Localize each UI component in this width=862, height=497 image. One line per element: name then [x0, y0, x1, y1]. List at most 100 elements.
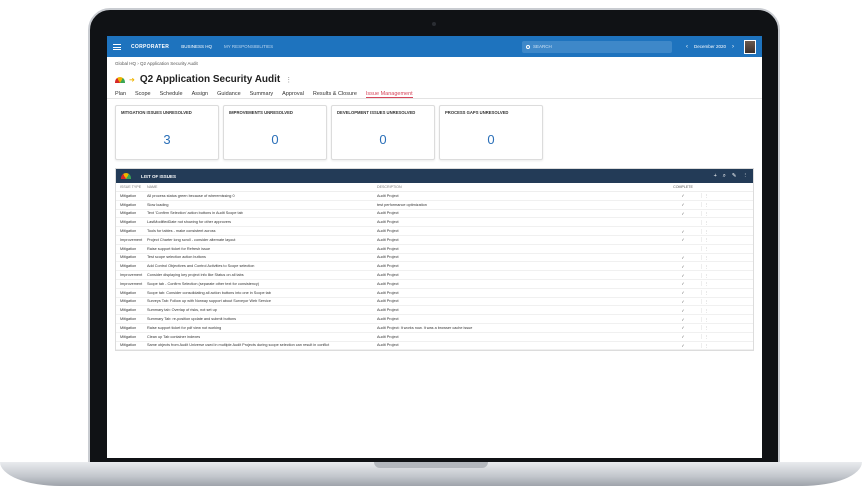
- cell-description: Audit Project: [377, 343, 399, 348]
- table-row[interactable]: Mitigation Test scope selection action bu…: [116, 254, 753, 263]
- card-label: MITIGATION ISSUES UNRESOLVED: [121, 110, 192, 115]
- row-more-icon[interactable]: ⋮: [701, 219, 711, 225]
- nav-business-hq[interactable]: BUSINESS HQ: [181, 44, 212, 49]
- row-more-icon[interactable]: ⋮: [701, 298, 711, 304]
- more-options-icon[interactable]: ⋮: [285, 76, 292, 84]
- tab-assign[interactable]: Assign: [192, 89, 209, 98]
- row-more-icon[interactable]: ⋮: [701, 334, 711, 340]
- table-row[interactable]: Improvement Consider displaying key proje…: [116, 271, 753, 280]
- cell-description: Audit Project: [377, 264, 399, 269]
- tab-approval[interactable]: Approval: [282, 89, 304, 98]
- card-label: DEVELOPMENT ISSUES UNRESOLVED: [337, 110, 416, 115]
- cell-issue-type: Mitigation: [120, 264, 137, 269]
- table-row[interactable]: Mitigation All process status green becau…: [116, 192, 753, 201]
- cell-issue-type: Mitigation: [120, 220, 137, 225]
- table-row[interactable]: Improvement Scope tab - Confirm Selection…: [116, 280, 753, 289]
- top-nav-bar: CORPORATER BUSINESS HQ MY RESPONSIBILITI…: [107, 36, 762, 57]
- nav-my-responsibilities[interactable]: MY RESPONSIBILITIES: [224, 44, 273, 49]
- tab-schedule[interactable]: Schedule: [160, 89, 183, 98]
- col-issue-type[interactable]: ISSUE TYPE: [120, 185, 147, 189]
- check-icon: ✓: [681, 282, 685, 287]
- edit-icon[interactable]: ✎: [732, 173, 737, 180]
- table-row[interactable]: Mitigation LastModifiedDate not showing f…: [116, 218, 753, 228]
- more-options-icon[interactable]: ⋮: [743, 173, 749, 180]
- search-icon: [525, 44, 530, 49]
- laptop-notch: [374, 462, 488, 468]
- table-row[interactable]: Mitigation Scope tab: Consider consolidat…: [116, 289, 753, 298]
- tab-issue-management[interactable]: Issue Management: [365, 89, 413, 98]
- table-row[interactable]: Improvement Project Charter long scroll -…: [116, 236, 753, 245]
- table-row[interactable]: Mitigation Text 'Confirm Selection' actio…: [116, 210, 753, 219]
- cell-description: Audit Project: [377, 237, 399, 242]
- search-icon[interactable]: ⌕: [723, 173, 726, 180]
- brand-logo[interactable]: CORPORATER: [131, 44, 169, 50]
- row-more-icon[interactable]: ⋮: [701, 228, 711, 234]
- table-row[interactable]: Mitigation Add Control Objectives and Con…: [116, 262, 753, 272]
- row-more-icon[interactable]: ⋮: [701, 210, 711, 216]
- row-more-icon[interactable]: ⋮: [701, 193, 711, 199]
- cell-description: test performance optimization: [377, 202, 427, 207]
- table-row[interactable]: Mitigation Same objects from Audit Univer…: [116, 342, 753, 351]
- search-input[interactable]: SEARCH: [521, 40, 672, 53]
- card-improvements[interactable]: IMPROVEMENTS UNRESOLVED 0: [223, 105, 327, 160]
- card-process-gaps[interactable]: PROCESS GAPS UNRESOLVED 0: [439, 105, 543, 160]
- col-complete[interactable]: COMPLETE: [665, 185, 701, 189]
- cell-name: Surveys Tab: Follow up with Norway suppo…: [147, 299, 271, 304]
- cell-name: Summary Tab: re-position update and subm…: [147, 317, 236, 322]
- user-avatar[interactable]: [744, 39, 756, 54]
- cell-name: Text 'Confirm Selection' action buttons …: [147, 211, 243, 216]
- row-more-icon[interactable]: ⋮: [701, 307, 711, 313]
- tab-plan[interactable]: Plan: [115, 89, 126, 98]
- row-more-icon[interactable]: ⋮: [701, 254, 711, 260]
- row-more-icon[interactable]: ⋮: [701, 263, 711, 269]
- period-label[interactable]: December 2020: [694, 44, 726, 49]
- table-row[interactable]: Mitigation Surveys Tab: Follow up with No…: [116, 298, 753, 307]
- row-more-icon[interactable]: ⋮: [701, 246, 711, 252]
- cell-name: Same objects from Audit Universe used in…: [147, 343, 330, 348]
- table-row[interactable]: Mitigation Raise support ticket for pdf v…: [116, 324, 753, 333]
- table-row[interactable]: Mitigation Tools for tables - make consis…: [116, 227, 753, 236]
- table-row[interactable]: Mitigation Clean up Tab container indexes…: [116, 333, 753, 342]
- summary-cards: MITIGATION ISSUES UNRESOLVED 3 IMPROVEME…: [107, 99, 762, 166]
- card-value: 0: [379, 132, 387, 147]
- cell-issue-type: Mitigation: [120, 317, 137, 322]
- row-more-icon[interactable]: ⋮: [701, 325, 711, 331]
- cell-description: Audit Project: It works now. It was a br…: [377, 325, 473, 330]
- cell-issue-type: Mitigation: [120, 229, 137, 234]
- table-row[interactable]: Mitigation Slow loading test performance o…: [116, 201, 753, 210]
- row-more-icon[interactable]: ⋮: [701, 342, 711, 348]
- card-mitigation[interactable]: MITIGATION ISSUES UNRESOLVED 3: [115, 105, 219, 160]
- table-row[interactable]: Mitigation Raise support ticket for Refre…: [116, 245, 753, 254]
- tab-summary[interactable]: Summary: [250, 89, 274, 98]
- row-more-icon[interactable]: ⋮: [701, 272, 711, 278]
- row-more-icon[interactable]: ⋮: [701, 202, 711, 208]
- chevron-left-icon[interactable]: ‹: [686, 44, 688, 50]
- row-more-icon[interactable]: ⋮: [701, 237, 711, 243]
- row-more-icon[interactable]: ⋮: [701, 281, 711, 287]
- tab-scope[interactable]: Scope: [135, 89, 151, 98]
- tab-results-closure[interactable]: Results & Closure: [313, 89, 357, 98]
- menu-icon[interactable]: [113, 43, 121, 50]
- cell-issue-type: Mitigation: [120, 308, 137, 313]
- col-name[interactable]: NAME: [147, 185, 377, 189]
- cell-issue-type: Improvement: [120, 273, 143, 278]
- row-more-icon[interactable]: ⋮: [701, 290, 711, 296]
- check-icon: ✓: [681, 229, 685, 234]
- cell-name: Test scope selection action buttons: [147, 255, 206, 260]
- card-development[interactable]: DEVELOPMENT ISSUES UNRESOLVED 0: [331, 105, 435, 160]
- check-icon: ✓: [681, 203, 685, 208]
- breadcrumb[interactable]: Global HQ › Q2 Application Security Audi…: [107, 57, 762, 70]
- card-value: 0: [271, 132, 279, 147]
- tab-guidance[interactable]: Guidance: [217, 89, 241, 98]
- row-more-icon[interactable]: ⋮: [701, 316, 711, 322]
- cell-issue-type: Mitigation: [120, 193, 137, 198]
- table-row[interactable]: Mitigation Summary tab: Overlap of risks,…: [116, 306, 753, 316]
- cell-name: All process status green because of wher…: [147, 193, 235, 198]
- table-body: Mitigation All process status green becau…: [116, 192, 753, 351]
- col-description[interactable]: DESCRIPTION: [377, 185, 665, 189]
- cell-name: Raise support ticket for pdf view not wo…: [147, 325, 222, 330]
- table-row[interactable]: Mitigation Summary Tab: re-position updat…: [116, 315, 753, 324]
- cell-name: LastModifiedDate not showing for other a…: [147, 220, 232, 225]
- chevron-right-icon[interactable]: ›: [732, 44, 734, 50]
- add-icon[interactable]: +: [714, 173, 717, 180]
